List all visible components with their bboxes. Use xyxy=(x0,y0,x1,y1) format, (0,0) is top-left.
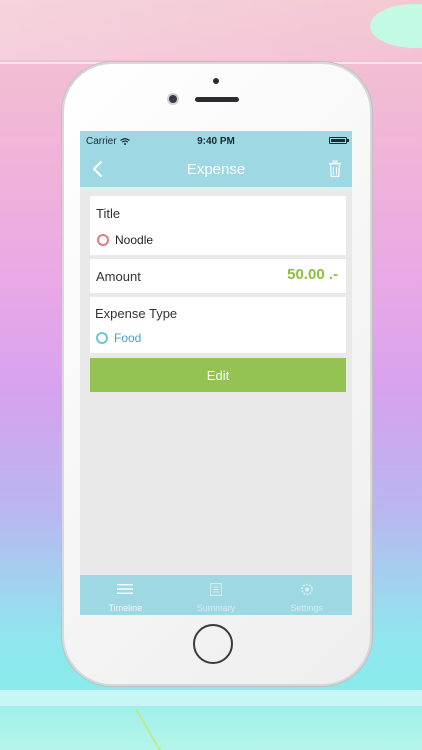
title-value-row[interactable]: Noodle xyxy=(97,233,153,247)
battery-icon xyxy=(329,137,349,144)
tab-label: Timeline xyxy=(108,603,143,613)
status-bar: Carrier 9:40 PM xyxy=(80,131,352,151)
circle-marker-icon xyxy=(96,332,108,344)
page-title: Expense xyxy=(186,161,246,178)
tab-bar: Timeline Summary Settings xyxy=(80,575,352,615)
trash-icon[interactable] xyxy=(328,160,342,178)
phone-camera xyxy=(169,95,177,103)
amount-label: Amount xyxy=(96,269,141,284)
app-screen: Carrier 9:40 PM Expense Title Noodle Amo… xyxy=(80,131,352,615)
phone-home-button xyxy=(193,624,233,664)
expense-type-card: Expense Type Food xyxy=(90,297,346,353)
title-value: Noodle xyxy=(115,233,154,247)
circle-marker-icon xyxy=(97,234,109,246)
edit-button[interactable]: Edit xyxy=(90,358,346,392)
tab-label: Settings xyxy=(290,603,323,613)
status-time: 9:40 PM xyxy=(197,136,235,147)
expense-type-value: Food xyxy=(114,331,142,345)
tab-settings[interactable]: Settings xyxy=(261,575,352,615)
phone-sensor xyxy=(213,78,219,84)
background-band xyxy=(0,690,422,706)
phone-speaker xyxy=(195,97,239,102)
phone-power-button xyxy=(370,182,373,218)
tab-timeline[interactable]: Timeline xyxy=(80,575,171,615)
background-band xyxy=(0,706,422,750)
expense-type-value-row[interactable]: Food xyxy=(96,331,141,345)
tab-label: Summary xyxy=(196,603,236,613)
amount-card: Amount 50.00 .- xyxy=(90,259,346,293)
gear-icon xyxy=(300,583,313,596)
list-icon xyxy=(117,584,134,594)
expense-type-label: Expense Type xyxy=(95,306,178,321)
nav-bar: Expense xyxy=(80,151,352,187)
background-band xyxy=(0,0,422,60)
tab-summary[interactable]: Summary xyxy=(171,575,262,615)
title-label: Title xyxy=(96,206,121,221)
document-icon xyxy=(210,583,222,596)
title-card: Title Noodle xyxy=(90,196,346,255)
amount-value: 50.00 .- xyxy=(287,266,338,283)
